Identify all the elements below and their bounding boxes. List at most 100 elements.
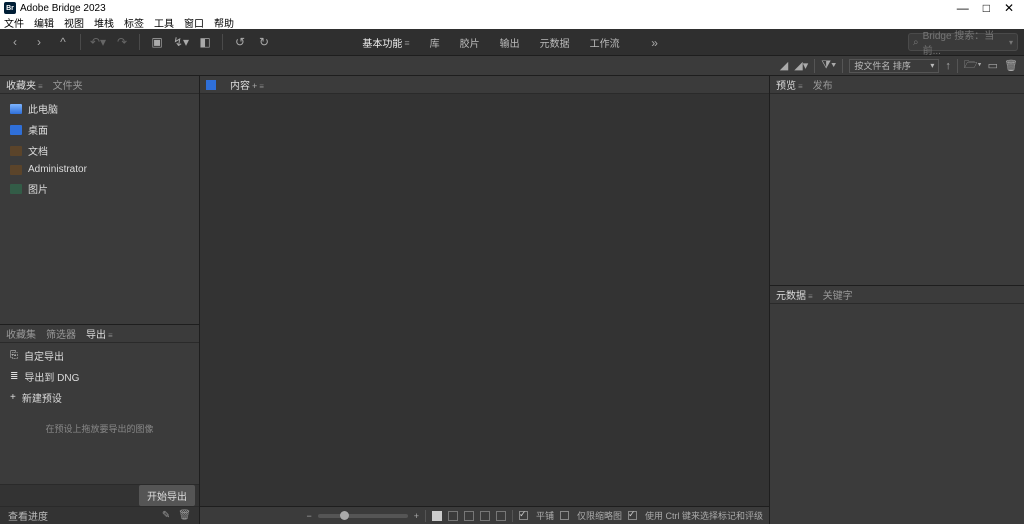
view-details-icon[interactable] bbox=[480, 511, 490, 521]
zoom-in-button[interactable]: + bbox=[414, 511, 419, 521]
export-new-preset[interactable]: +新建预设 bbox=[0, 387, 199, 408]
menu-stacks[interactable]: 堆栈 bbox=[94, 15, 114, 30]
sort-filter-bar: ◢ ◢▾ ⧩▾ 按文件名 排序 ▾ ↑ 🗁▾ ▭ 🗑 bbox=[0, 56, 1024, 76]
thumb-only-checkbox[interactable] bbox=[560, 511, 569, 520]
tab-publish[interactable]: 发布 bbox=[813, 77, 833, 92]
tab-filter[interactable]: 筛选器 bbox=[46, 326, 76, 341]
thumbnail-size-slider[interactable] bbox=[318, 514, 408, 518]
separator bbox=[957, 59, 958, 73]
panel-menu-icon[interactable]: ≡ bbox=[108, 331, 113, 340]
content-panel[interactable] bbox=[200, 94, 769, 506]
history-back-icon[interactable]: ↶▾ bbox=[89, 33, 107, 51]
list-icon: ≣ bbox=[10, 371, 18, 382]
trash-icon[interactable]: 🗑 bbox=[1004, 59, 1018, 72]
separator bbox=[512, 510, 513, 522]
flat-view-checkbox[interactable] bbox=[519, 511, 528, 520]
menu-window[interactable]: 窗口 bbox=[184, 15, 204, 30]
tab-keywords[interactable]: 关键字 bbox=[823, 287, 853, 302]
fav-item-user[interactable]: Administrator bbox=[0, 161, 199, 178]
view-grid-icon[interactable] bbox=[448, 511, 458, 521]
chevron-down-icon[interactable]: ▾ bbox=[1009, 38, 1013, 47]
nav-up-icon[interactable]: ^ bbox=[54, 33, 72, 51]
menu-edit[interactable]: 编辑 bbox=[34, 15, 54, 30]
preview-panel bbox=[770, 94, 1024, 285]
minimize-button[interactable]: — bbox=[957, 2, 969, 14]
fav-item-pictures[interactable]: 图片 bbox=[0, 178, 199, 199]
search-placeholder: Bridge 搜索：当前... bbox=[923, 27, 1009, 57]
color-swatch bbox=[206, 80, 216, 90]
workspace-menu-icon[interactable]: ≡ bbox=[404, 38, 409, 48]
pencil-icon[interactable]: ✎ bbox=[162, 510, 170, 521]
sort-field-dropdown[interactable]: 按文件名 排序 ▾ bbox=[849, 59, 939, 73]
menu-file[interactable]: 文件 bbox=[4, 15, 24, 30]
export-custom-icon: ⎘ bbox=[10, 350, 18, 361]
separator bbox=[139, 34, 140, 50]
nav-back-icon[interactable]: ‹ bbox=[6, 33, 24, 51]
tab-folders[interactable]: 文件夹 bbox=[53, 77, 83, 92]
fav-item-this-pc[interactable]: 此电脑 bbox=[0, 98, 199, 119]
rating-menu-icon[interactable]: ◢▾ bbox=[794, 59, 808, 72]
fav-item-documents[interactable]: 文档 bbox=[0, 140, 199, 161]
tab-metadata[interactable]: 元数据≡ bbox=[776, 287, 813, 302]
workspace-switcher: 基本功能≡ 库 胶片 输出 元数据 工作流 » bbox=[360, 29, 663, 56]
tab-collections[interactable]: 收藏集 bbox=[6, 326, 36, 341]
menu-tools[interactable]: 工具 bbox=[154, 15, 174, 30]
tab-preview[interactable]: 预览≡ bbox=[776, 77, 803, 92]
start-export-button[interactable]: 开始导出 bbox=[139, 485, 195, 506]
export-dng[interactable]: ≣导出到 DNG bbox=[0, 366, 199, 387]
close-button[interactable]: ✕ bbox=[1004, 2, 1014, 14]
tab-content[interactable]: 内容+≡ bbox=[230, 77, 264, 92]
export-panel: ⎘自定导出 ≣导出到 DNG +新建预设 在预设上拖放要导出的图像 bbox=[0, 343, 199, 484]
panel-menu-icon[interactable]: ≡ bbox=[808, 292, 813, 301]
panel-menu-icon[interactable]: ≡ bbox=[38, 82, 43, 91]
menu-bar: 文件 编辑 视图 堆栈 标签 工具 窗口 帮助 bbox=[0, 16, 1024, 29]
zoom-out-button[interactable]: − bbox=[306, 511, 311, 521]
tab-favorites[interactable]: 收藏夹≡ bbox=[6, 77, 43, 92]
nav-forward-icon[interactable]: › bbox=[30, 33, 48, 51]
sort-direction-icon[interactable]: ↑ bbox=[945, 60, 951, 72]
new-folder-icon[interactable]: ▭ bbox=[988, 59, 998, 72]
left-column: 收藏夹≡ 文件夹 此电脑 桌面 文档 Administrator 图片 收藏集 … bbox=[0, 76, 200, 524]
rating-toggle-icon[interactable]: ◢ bbox=[780, 59, 788, 72]
fav-label: 图片 bbox=[28, 181, 48, 196]
history-forward-icon[interactable]: ↷ bbox=[113, 33, 131, 51]
boomerang-icon[interactable]: ↯▾ bbox=[172, 33, 190, 51]
open-ps-icon[interactable]: ◧ bbox=[196, 33, 214, 51]
search-input[interactable]: ⌕ Bridge 搜索：当前... ▾ bbox=[908, 33, 1018, 51]
camera-import-icon[interactable]: ▣ bbox=[148, 33, 166, 51]
open-recent-icon[interactable]: 🗁▾ bbox=[964, 56, 982, 75]
slider-knob[interactable] bbox=[340, 511, 349, 520]
workspace-filmstrip[interactable]: 胶片 bbox=[458, 29, 482, 56]
documents-icon bbox=[10, 146, 22, 156]
view-list-icon[interactable] bbox=[496, 511, 506, 521]
export-actions: 开始导出 bbox=[0, 484, 199, 506]
menu-label[interactable]: 标签 bbox=[124, 15, 144, 30]
panel-menu-icon[interactable]: ≡ bbox=[259, 82, 264, 91]
export-custom[interactable]: ⎘自定导出 bbox=[0, 345, 199, 366]
menu-view[interactable]: 视图 bbox=[64, 15, 84, 30]
rotate-cw-icon[interactable]: ↻ bbox=[255, 33, 273, 51]
trash-icon[interactable]: 🗑 bbox=[178, 510, 191, 521]
workspace-output[interactable]: 输出 bbox=[498, 29, 522, 56]
fav-label: 文档 bbox=[28, 143, 48, 158]
view-thumb-icon[interactable] bbox=[464, 511, 474, 521]
plus-icon[interactable]: + bbox=[252, 81, 257, 91]
preview-panel-tabs: 预览≡ 发布 bbox=[770, 76, 1024, 94]
workspace-libraries[interactable]: 库 bbox=[428, 29, 442, 56]
workspace-essentials[interactable]: 基本功能≡ bbox=[360, 29, 411, 56]
ctrl-rating-checkbox[interactable] bbox=[628, 511, 637, 520]
fav-label: 桌面 bbox=[28, 122, 48, 137]
search-icon: ⌕ bbox=[913, 37, 919, 48]
workspace-metadata[interactable]: 元数据 bbox=[538, 29, 572, 56]
workspace-more-icon[interactable]: » bbox=[646, 34, 664, 52]
tab-export[interactable]: 导出≡ bbox=[86, 326, 113, 341]
panel-menu-icon[interactable]: ≡ bbox=[798, 82, 803, 91]
view-grid-lock-icon[interactable] bbox=[432, 511, 442, 521]
menu-help[interactable]: 帮助 bbox=[214, 15, 234, 30]
progress-label[interactable]: 查看进度 bbox=[8, 508, 48, 523]
rotate-ccw-icon[interactable]: ↺ bbox=[231, 33, 249, 51]
filter-icon[interactable]: ⧩▾ bbox=[821, 59, 836, 72]
maximize-button[interactable]: □ bbox=[983, 2, 990, 14]
workspace-workflow[interactable]: 工作流 bbox=[588, 29, 622, 56]
fav-item-desktop[interactable]: 桌面 bbox=[0, 119, 199, 140]
